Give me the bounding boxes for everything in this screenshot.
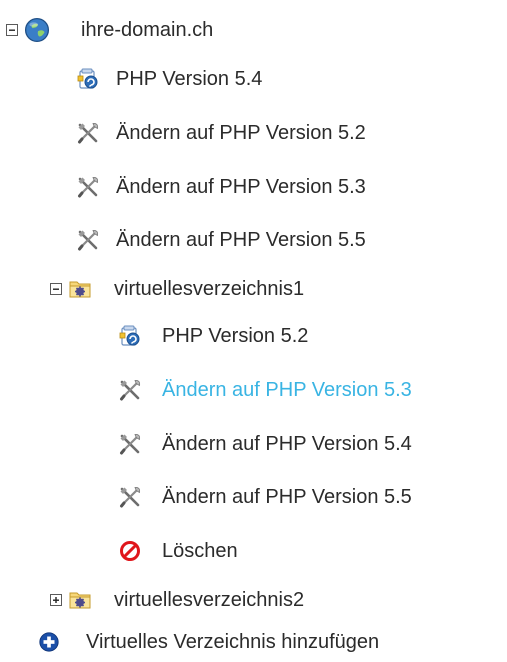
- tree-item[interactable]: Ändern auf PHP Version 5.3: [76, 171, 366, 203]
- tools-icon: [118, 378, 142, 402]
- add-icon: [38, 631, 60, 653]
- tree-node-root: ihre-domain.ch: [6, 14, 213, 46]
- globe-icon: [24, 17, 50, 43]
- change-php-link[interactable]: Ändern auf PHP Version 5.4: [162, 432, 412, 456]
- change-php-link[interactable]: Ändern auf PHP Version 5.3: [116, 175, 366, 199]
- php-version-icon: [118, 324, 142, 348]
- tree-item[interactable]: Löschen: [118, 535, 238, 567]
- change-php-link[interactable]: Ändern auf PHP Version 5.5: [162, 485, 412, 509]
- php-version-label: PHP Version 5.4: [116, 68, 263, 90]
- directory-label[interactable]: virtuellesverzeichnis1: [114, 277, 304, 301]
- tree-item[interactable]: PHP Version 5.2: [118, 320, 308, 352]
- tree-item[interactable]: Ändern auf PHP Version 5.5: [118, 481, 412, 513]
- tree-item[interactable]: Ändern auf PHP Version 5.4: [118, 428, 412, 460]
- change-php-link[interactable]: Ändern auf PHP Version 5.5: [116, 228, 366, 252]
- delete-icon: [118, 539, 142, 563]
- tools-icon: [76, 175, 100, 199]
- folder-gear-icon: [68, 588, 92, 612]
- directory-label[interactable]: virtuellesverzeichnis2: [114, 588, 304, 612]
- expand-icon[interactable]: [50, 594, 62, 606]
- add-directory-link[interactable]: Virtuelles Verzeichnis hinzufügen: [86, 630, 379, 654]
- tools-icon: [118, 485, 142, 509]
- php-version-icon: [76, 67, 100, 91]
- php-version-label: PHP Version 5.2: [162, 325, 309, 347]
- tree-node-directory: virtuellesverzeichnis1: [50, 273, 304, 305]
- domain-label[interactable]: ihre-domain.ch: [81, 18, 213, 42]
- tree-node-directory: virtuellesverzeichnis2: [50, 584, 304, 616]
- add-directory-item[interactable]: Virtuelles Verzeichnis hinzufügen: [38, 626, 379, 658]
- tree-item[interactable]: Ändern auf PHP Version 5.3: [118, 374, 412, 406]
- tree-item[interactable]: PHP Version 5.4: [76, 63, 262, 95]
- folder-gear-icon: [68, 277, 92, 301]
- tools-icon: [76, 228, 100, 252]
- tree-item[interactable]: Ändern auf PHP Version 5.5: [76, 224, 366, 256]
- tree-item[interactable]: Ändern auf PHP Version 5.2: [76, 117, 366, 149]
- tools-icon: [118, 432, 142, 456]
- collapse-icon[interactable]: [6, 24, 18, 36]
- change-php-link[interactable]: Ändern auf PHP Version 5.2: [116, 121, 366, 145]
- tools-icon: [76, 121, 100, 145]
- delete-link[interactable]: Löschen: [162, 539, 238, 563]
- collapse-icon[interactable]: [50, 283, 62, 295]
- change-php-link[interactable]: Ändern auf PHP Version 5.3: [162, 378, 412, 402]
